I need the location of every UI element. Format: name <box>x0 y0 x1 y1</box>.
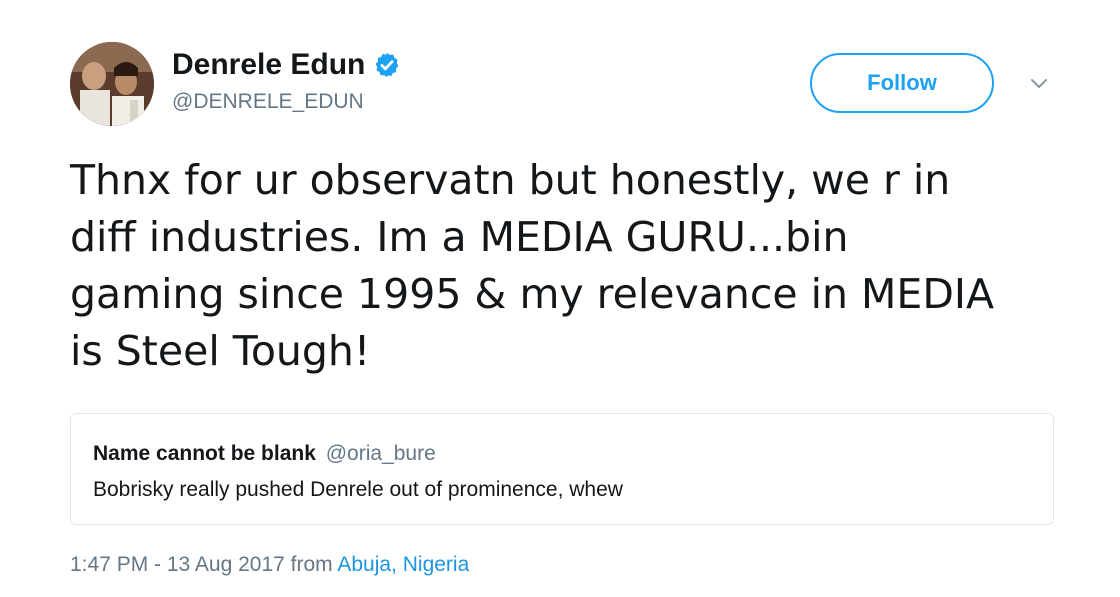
tweet-metadata: 1:47 PM - 13 Aug 2017 from Abuja, Nigeri… <box>70 553 469 577</box>
tweet-card: Denrele Edun @DENRELE_EDUN Follow Thnx f… <box>0 0 1120 597</box>
location-link[interactable]: Abuja, Nigeria <box>337 553 469 576</box>
follow-button[interactable]: Follow <box>810 53 994 113</box>
quoted-author-name: Name cannot be blank <box>93 442 316 465</box>
from-label: from <box>290 553 333 576</box>
quoted-author-handle: @oria_bure <box>325 442 436 465</box>
tweet-text-line: Thnx for ur observatn but honestly, we r… <box>70 156 951 204</box>
tweet-text-line: gaming since 1995 & my relevance in MEDI… <box>70 270 995 318</box>
author-name[interactable]: Denrele Edun <box>172 48 365 82</box>
verified-badge-icon <box>373 51 401 79</box>
quoted-tweet-text: Bobrisky really pushed Denrele out of pr… <box>93 478 623 501</box>
author-name-row: Denrele Edun <box>172 48 401 82</box>
avatar-image <box>70 42 154 126</box>
tweet-text-line: is Steel Tough! <box>70 327 371 375</box>
avatar[interactable] <box>70 42 154 126</box>
tweet-text-line: diff industries. Im a MEDIA GURU...bin <box>70 213 849 261</box>
tweet-timestamp[interactable]: 1:47 PM - 13 Aug 2017 <box>70 553 285 576</box>
quoted-tweet-card[interactable]: Name cannot be blank @oria_bure Bobrisky… <box>70 413 1054 525</box>
chevron-down-icon[interactable] <box>1026 74 1052 94</box>
tweet-text: Thnx for ur observatn but honestly, we r… <box>70 152 1060 380</box>
author-handle[interactable]: @DENRELE_EDUN <box>172 90 364 114</box>
quoted-tweet-header: Name cannot be blank @oria_bure <box>93 442 436 466</box>
